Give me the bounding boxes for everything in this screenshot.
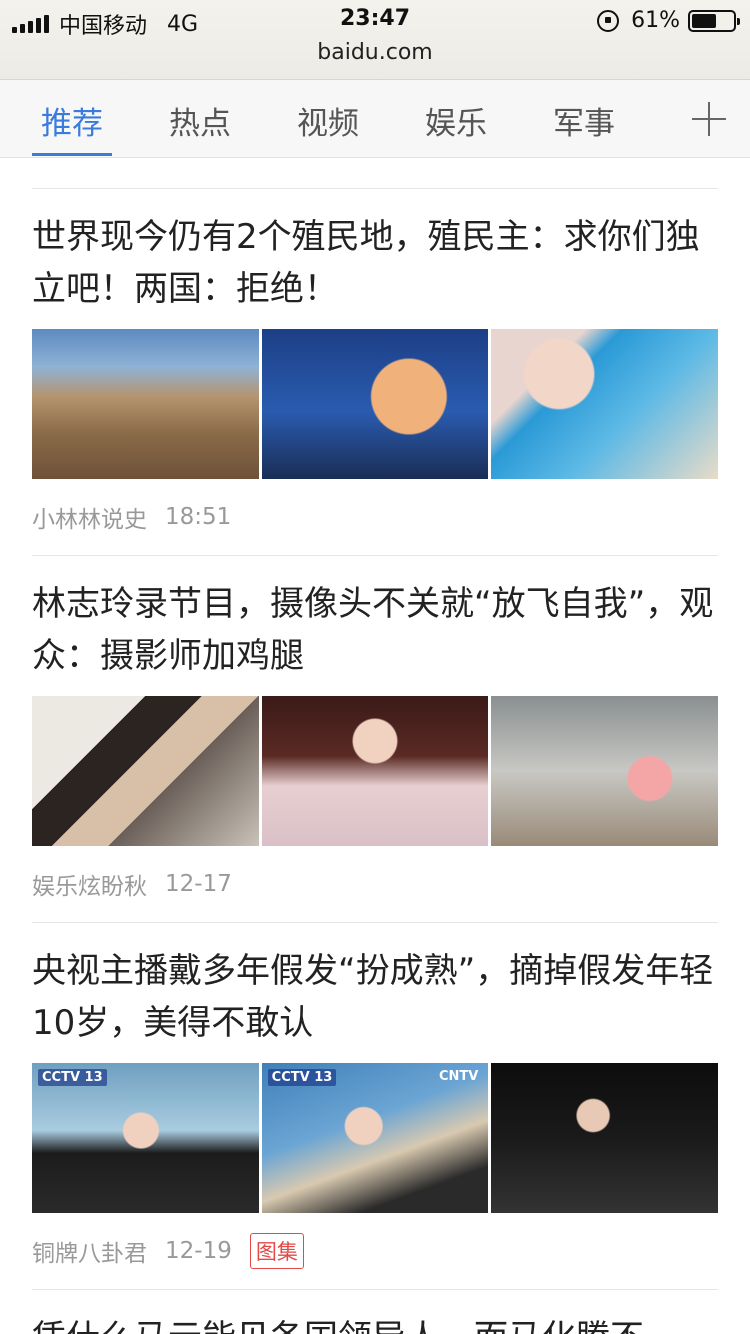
article-title[interactable]: 央视主播戴多年假发“扮成熟”，摘掉假发年轻10岁，美得不敢认	[32, 945, 718, 1049]
tab-video[interactable]: 视频	[278, 98, 378, 143]
thumbnail-image[interactable]	[261, 696, 489, 846]
cntv-logo: CNTV	[438, 1069, 479, 1084]
battery-percent: 61%	[631, 8, 680, 33]
article-time: 12-19	[165, 1238, 232, 1264]
tab-military[interactable]: 军事	[534, 98, 634, 143]
thumbnail-image[interactable]: CCTV 13 CNTV	[261, 1063, 489, 1213]
thumbnail-image[interactable]	[491, 696, 719, 846]
thumbnail-image[interactable]	[32, 696, 259, 846]
category-tabs: 推荐 热点 视频 娱乐 军事	[0, 80, 750, 158]
tab-hot[interactable]: 热点	[150, 98, 250, 143]
thumbnail-image[interactable]: CCTV 13	[32, 1063, 259, 1213]
article-source: 小林林说史	[32, 507, 147, 533]
article-time: 18:51	[165, 504, 232, 530]
status-right: 61%	[597, 8, 740, 33]
plus-icon[interactable]	[692, 102, 726, 136]
url-label[interactable]: baidu.com	[0, 40, 750, 65]
article-source: 铜牌八卦君	[32, 1241, 147, 1267]
article-thumbnails	[32, 696, 719, 846]
thumbnail-image[interactable]	[491, 329, 719, 479]
battery-fill	[692, 13, 717, 28]
article-thumbnails	[32, 329, 719, 479]
thumbnail-image[interactable]	[32, 329, 259, 479]
article-source: 娱乐炫盼秋	[32, 874, 147, 900]
thumbnail-image[interactable]	[491, 1063, 719, 1213]
thumbnail-image[interactable]	[261, 329, 489, 479]
article-card[interactable]: 林志玲录节目，摄像头不关就“放飞自我”，观众：摄影师加鸡腿 娱乐炫盼秋 12-1…	[32, 556, 719, 922]
tab-entertainment[interactable]: 娱乐	[406, 98, 506, 143]
article-meta: 铜牌八卦君 12-19 图集	[32, 1213, 718, 1289]
news-feed: 世界现今仍有2个殖民地，殖民主：求你们独立吧！两国：拒绝！ 小林林说史 18:5…	[32, 158, 719, 1334]
article-card[interactable]: 凭什么马云能见各国领导人，而马化腾不	[32, 1290, 718, 1334]
cctv-logo: CCTV 13	[38, 1069, 107, 1086]
active-tab-indicator	[32, 153, 112, 156]
tab-recommend[interactable]: 推荐	[22, 98, 122, 143]
article-meta: 娱乐炫盼秋 12-17	[32, 846, 718, 922]
status-bar: 中国移动 4G 23:47 baidu.com 61%	[0, 0, 750, 80]
article-title[interactable]: 凭什么马云能见各国领导人，而马化腾不	[32, 1312, 718, 1334]
article-card[interactable]: 世界现今仍有2个殖民地，殖民主：求你们独立吧！两国：拒绝！ 小林林说史 18:5…	[32, 189, 719, 555]
gallery-badge: 图集	[249, 1233, 304, 1269]
article-card[interactable]: 央视主播戴多年假发“扮成熟”，摘掉假发年轻10岁，美得不敢认 CCTV 13 C…	[32, 923, 719, 1289]
article-time: 12-17	[165, 871, 232, 897]
article-title[interactable]: 世界现今仍有2个殖民地，殖民主：求你们独立吧！两国：拒绝！	[32, 211, 718, 315]
rotation-lock-icon	[597, 9, 620, 32]
article-title[interactable]: 林志玲录节目，摄像头不关就“放飞自我”，观众：摄影师加鸡腿	[32, 578, 718, 682]
article-meta: 小林林说史 18:51	[32, 479, 718, 555]
cctv-logo: CCTV 13	[267, 1069, 337, 1086]
battery-icon	[688, 9, 740, 32]
article-thumbnails: CCTV 13 CCTV 13 CNTV	[32, 1063, 719, 1213]
